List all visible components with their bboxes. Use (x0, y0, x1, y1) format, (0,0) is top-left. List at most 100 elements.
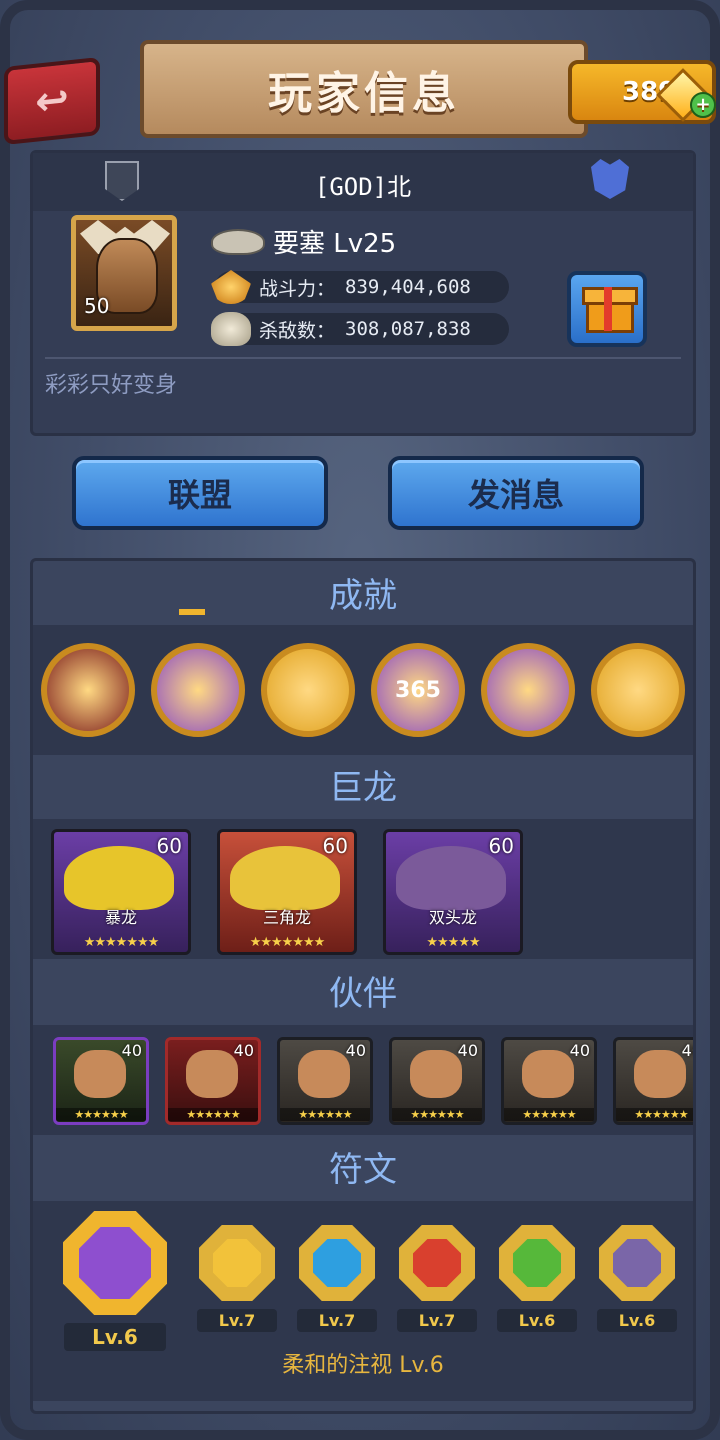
partner-stars: ★★★★★★ (392, 1108, 482, 1121)
dragon-stars: ★★★★★ (426, 935, 480, 950)
rune-level: Lv.7 (297, 1309, 377, 1332)
dragon-card[interactable]: 60 暴龙 ★★★★★★★ (51, 829, 191, 955)
partner-level: 40 (121, 1041, 142, 1060)
dragon-stars: ★★★★★★★ (83, 935, 160, 950)
rune-frame (199, 1225, 275, 1301)
achievements-list: 365 (41, 643, 685, 737)
partner-level: 40 (345, 1041, 366, 1060)
rank-skull-icon (211, 228, 265, 255)
player-signature: 彩彩只好变身 (45, 373, 178, 398)
partner-card[interactable]: 40 ★★★★★★ (53, 1037, 149, 1125)
rune-gem-icon (613, 1239, 661, 1287)
back-button[interactable]: ↩ (4, 56, 100, 146)
dragons-title: 巨龙 (33, 757, 693, 819)
partner-level: 40 (233, 1041, 254, 1060)
rune-level: Lv.7 (397, 1309, 477, 1332)
partner-card[interactable]: 40 ★★★★★★ (501, 1037, 597, 1125)
partners-title: 伙伴 (33, 963, 693, 1025)
rune-level: Lv.6 (597, 1309, 677, 1332)
partner-portrait (298, 1050, 350, 1098)
trophy-icon[interactable] (481, 643, 575, 737)
avatar-level: 50 (84, 294, 110, 318)
rune-slot[interactable]: Lv.7 (187, 1225, 287, 1332)
rune-level: Lv.6 (497, 1309, 577, 1332)
back-arrow-icon: ↩ (35, 76, 69, 126)
partner-stars: ★★★★★★ (504, 1108, 594, 1121)
amber-icon[interactable] (151, 643, 245, 737)
partner-level: 40 (569, 1041, 590, 1060)
rune-slot[interactable]: Lv.7 (287, 1225, 387, 1332)
player-info-screen: ↩ 玩家信息 389 + [GOD]北 50 要塞 Lv25 战斗力： 839,… (0, 0, 720, 1440)
dinosaur-medal-icon[interactable] (41, 643, 135, 737)
runes-title: 符文 (33, 1139, 693, 1201)
gem-counter[interactable]: 389 + (568, 60, 716, 124)
kills-skull-icon (211, 312, 251, 346)
rune-gem-icon (213, 1239, 261, 1287)
gold-crystal-icon[interactable] (261, 643, 355, 737)
dragon-stars: ★★★★★★★ (249, 935, 326, 950)
partners-list: 40 ★★★★★★ 40 ★★★★★★ 40 ★★★★★★ 40 ★★★★★★ 40 ★★★★★★… (53, 1037, 693, 1125)
kills-stat: 杀敌数： 308,087,838 (211, 312, 509, 346)
dragons-list: 60 暴龙 ★★★★★★★ 60 三角龙 ★★★★★★★ 60 双头龙 ★★★★★ (51, 829, 523, 955)
dragon-level: 60 (322, 834, 348, 858)
partner-level: 40 (681, 1041, 693, 1060)
partner-portrait (74, 1050, 126, 1098)
dragon-name: 暴龙 (104, 908, 137, 927)
rune-gem-icon (313, 1239, 361, 1287)
partner-portrait (522, 1050, 574, 1098)
rune-connector (179, 609, 205, 615)
partner-portrait (186, 1050, 238, 1098)
partner-card[interactable]: 40 ★★★★★★ (613, 1037, 693, 1125)
dragon-level: 60 (156, 834, 182, 858)
send-message-button[interactable]: 发消息 (388, 456, 644, 530)
gift-ribbon (604, 287, 612, 331)
rank-name: 要塞 Lv25 (273, 229, 397, 259)
rune-slot[interactable]: Lv.6 (487, 1225, 587, 1332)
rune-slot[interactable]: Lv.6 (587, 1225, 687, 1332)
rune-frame (599, 1225, 675, 1301)
partner-stars: ★★★★★★ (168, 1108, 258, 1121)
page-title: 玩家信息 (140, 40, 588, 138)
rune-frame (63, 1211, 167, 1315)
dragon-card[interactable]: 60 双头龙 ★★★★★ (383, 829, 523, 955)
rune-level: Lv.7 (197, 1309, 277, 1332)
rune-gem-icon (79, 1227, 151, 1299)
dragon-card[interactable]: 60 三角龙 ★★★★★★★ (217, 829, 357, 955)
calendar-365-icon[interactable]: 365 (371, 643, 465, 737)
partner-card[interactable]: 40 ★★★★★★ (389, 1037, 485, 1125)
power-eagle-icon (211, 270, 251, 304)
partner-portrait (634, 1050, 686, 1098)
rune-slot[interactable]: Lv.7 (387, 1225, 487, 1332)
rune-frame (499, 1225, 575, 1301)
partner-card[interactable]: 40 ★★★★★★ (277, 1037, 373, 1125)
partner-stars: ★★★★★★ (56, 1108, 146, 1121)
dragon-name: 双头龙 (428, 908, 477, 927)
power-label: 战斗力： (259, 277, 336, 300)
partner-level: 40 (457, 1041, 478, 1060)
partner-portrait (410, 1050, 462, 1098)
power-value: 839,404,608 (345, 276, 471, 298)
kills-value: 308,087,838 (345, 318, 471, 340)
partner-stars: ★★★★★★ (616, 1108, 693, 1121)
runes-list: Lv.6 Lv.7 Lv.7 Lv.7 Lv.6 Lv.6 (51, 1211, 687, 1351)
kills-label: 杀敌数： (259, 319, 336, 342)
avatar[interactable]: 50 (71, 215, 177, 331)
rune-frame (299, 1225, 375, 1301)
rune-set-caption: 柔和的注视 Lv.6 (282, 1353, 444, 1378)
partner-card[interactable]: 40 ★★★★★★ (165, 1037, 261, 1125)
add-gems-icon[interactable]: + (690, 92, 716, 118)
dragon-mask-icon[interactable] (591, 643, 685, 737)
partner-stars: ★★★★★★ (280, 1108, 370, 1121)
rune-slot[interactable]: Lv.6 (51, 1211, 179, 1351)
achievements-title: 成就 (33, 565, 693, 627)
rank-row: 要塞 Lv25 (211, 223, 396, 260)
profile-panel: [GOD]北 50 要塞 Lv25 战斗力： 839,404,608 杀敌数： … (30, 150, 696, 436)
alliance-button[interactable]: 联盟 (72, 456, 328, 530)
gift-button[interactable] (567, 271, 647, 347)
dragon-level: 60 (488, 834, 514, 858)
collection-panel: 成就 365 巨龙 60 暴龙 ★★★★★★★ 60 三角龙 ★★★★★★★ 60 双头龙 ★★… (30, 558, 696, 1414)
profile-header: [GOD]北 (33, 153, 693, 211)
power-stat: 战斗力： 839,404,608 (211, 270, 509, 304)
divider (45, 357, 681, 359)
dragon-name: 三角龙 (262, 908, 311, 927)
